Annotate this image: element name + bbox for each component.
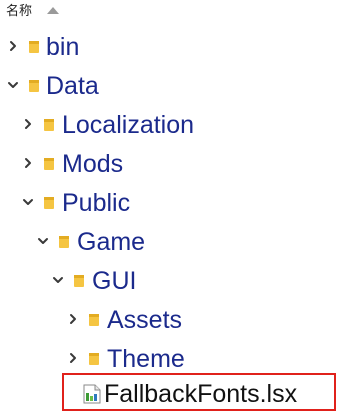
folder-icon — [59, 236, 69, 248]
tree-item-localization[interactable]: Localization — [0, 106, 364, 144]
folder-icon — [89, 314, 99, 326]
tree-item-label: Game — [77, 228, 146, 256]
chevron-down-icon[interactable] — [36, 234, 50, 248]
chevron-right-icon[interactable] — [6, 39, 20, 53]
tree-item-label: bin — [46, 33, 80, 61]
tree-item-data[interactable]: Data — [0, 67, 364, 105]
tree-item-label: Theme — [107, 345, 185, 373]
tree-item-label: Localization — [62, 111, 195, 139]
tree-item-label: Assets — [107, 306, 183, 334]
folder-icon — [29, 80, 39, 92]
tree-item-mods[interactable]: Mods — [0, 145, 364, 183]
tree-item-label: Public — [62, 189, 131, 217]
tree-item-label: Mods — [62, 150, 124, 178]
column-header[interactable]: 名称 — [0, 0, 364, 26]
tree-item-label: GUI — [92, 267, 137, 295]
selection-highlight-box — [62, 373, 336, 411]
name-column-label[interactable]: 名称 — [6, 3, 32, 21]
folder-icon — [89, 353, 99, 365]
chevron-right-icon[interactable] — [21, 156, 35, 170]
tree-item-bin[interactable]: bin — [0, 28, 364, 66]
folder-icon — [44, 197, 54, 209]
tree-item-assets[interactable]: Assets — [0, 301, 364, 339]
chevron-right-icon[interactable] — [66, 351, 80, 365]
folder-icon — [74, 275, 84, 287]
tree-item-label: Data — [46, 72, 99, 100]
chevron-down-icon[interactable] — [51, 273, 65, 287]
folder-icon — [29, 41, 39, 53]
tree-item-gui[interactable]: GUI — [0, 262, 364, 300]
folder-icon — [44, 158, 54, 170]
tree-item-game[interactable]: Game — [0, 223, 364, 261]
chevron-down-icon[interactable] — [6, 78, 20, 92]
tree-item-public[interactable]: Public — [0, 184, 364, 222]
folder-icon — [44, 119, 54, 131]
sort-ascending-icon[interactable] — [47, 7, 59, 14]
chevron-right-icon[interactable] — [66, 312, 80, 326]
chevron-down-icon[interactable] — [21, 195, 35, 209]
chevron-right-icon[interactable] — [21, 117, 35, 131]
